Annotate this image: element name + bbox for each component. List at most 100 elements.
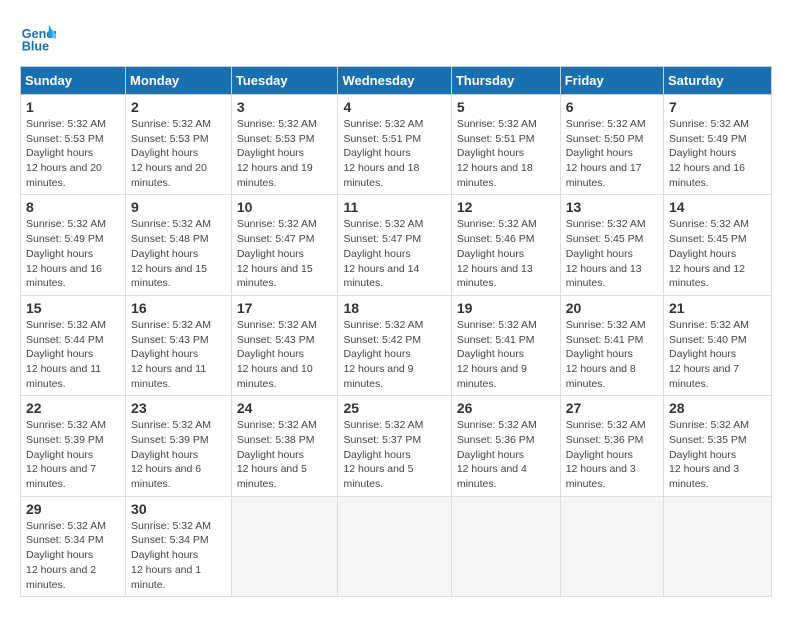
calendar-day-cell: 21 Sunrise: 5:32 AM Sunset: 5:40 PM Dayl…	[664, 295, 772, 395]
day-info: Sunrise: 5:32 AM Sunset: 5:51 PM Dayligh…	[457, 117, 555, 190]
day-info: Sunrise: 5:32 AM Sunset: 5:36 PM Dayligh…	[457, 418, 555, 491]
calendar-day-cell: 12 Sunrise: 5:32 AM Sunset: 5:46 PM Dayl…	[451, 195, 560, 295]
day-number: 4	[343, 99, 445, 115]
calendar-day-cell: 17 Sunrise: 5:32 AM Sunset: 5:43 PM Dayl…	[231, 295, 338, 395]
day-number: 26	[457, 400, 555, 416]
calendar-week-row: 29 Sunrise: 5:32 AM Sunset: 5:34 PM Dayl…	[21, 496, 772, 596]
calendar-day-cell: 23 Sunrise: 5:32 AM Sunset: 5:39 PM Dayl…	[126, 396, 232, 496]
logo: General Blue	[20, 20, 60, 56]
calendar-day-cell: 19 Sunrise: 5:32 AM Sunset: 5:41 PM Dayl…	[451, 295, 560, 395]
calendar-day-cell	[560, 496, 663, 596]
day-number: 3	[237, 99, 333, 115]
calendar-day-cell: 27 Sunrise: 5:32 AM Sunset: 5:36 PM Dayl…	[560, 396, 663, 496]
calendar-day-cell: 18 Sunrise: 5:32 AM Sunset: 5:42 PM Dayl…	[338, 295, 451, 395]
day-info: Sunrise: 5:32 AM Sunset: 5:49 PM Dayligh…	[669, 117, 766, 190]
calendar-day-cell: 15 Sunrise: 5:32 AM Sunset: 5:44 PM Dayl…	[21, 295, 126, 395]
day-info: Sunrise: 5:32 AM Sunset: 5:40 PM Dayligh…	[669, 318, 766, 391]
day-number: 30	[131, 501, 226, 517]
calendar-week-row: 1 Sunrise: 5:32 AM Sunset: 5:53 PM Dayli…	[21, 95, 772, 195]
calendar-day-cell: 22 Sunrise: 5:32 AM Sunset: 5:39 PM Dayl…	[21, 396, 126, 496]
calendar-day-cell: 2 Sunrise: 5:32 AM Sunset: 5:53 PM Dayli…	[126, 95, 232, 195]
day-number: 2	[131, 99, 226, 115]
day-number: 7	[669, 99, 766, 115]
calendar-week-row: 15 Sunrise: 5:32 AM Sunset: 5:44 PM Dayl…	[21, 295, 772, 395]
calendar-day-cell: 26 Sunrise: 5:32 AM Sunset: 5:36 PM Dayl…	[451, 396, 560, 496]
day-info: Sunrise: 5:32 AM Sunset: 5:41 PM Dayligh…	[566, 318, 658, 391]
calendar-day-cell	[338, 496, 451, 596]
day-number: 19	[457, 300, 555, 316]
day-info: Sunrise: 5:32 AM Sunset: 5:51 PM Dayligh…	[343, 117, 445, 190]
day-info: Sunrise: 5:32 AM Sunset: 5:45 PM Dayligh…	[566, 217, 658, 290]
calendar-day-cell: 6 Sunrise: 5:32 AM Sunset: 5:50 PM Dayli…	[560, 95, 663, 195]
calendar-day-cell: 11 Sunrise: 5:32 AM Sunset: 5:47 PM Dayl…	[338, 195, 451, 295]
calendar-day-cell: 7 Sunrise: 5:32 AM Sunset: 5:49 PM Dayli…	[664, 95, 772, 195]
calendar-table: SundayMondayTuesdayWednesdayThursdayFrid…	[20, 66, 772, 597]
day-number: 17	[237, 300, 333, 316]
calendar-day-cell: 8 Sunrise: 5:32 AM Sunset: 5:49 PM Dayli…	[21, 195, 126, 295]
calendar-day-cell	[664, 496, 772, 596]
day-number: 27	[566, 400, 658, 416]
day-info: Sunrise: 5:32 AM Sunset: 5:34 PM Dayligh…	[26, 519, 120, 592]
calendar-day-cell: 4 Sunrise: 5:32 AM Sunset: 5:51 PM Dayli…	[338, 95, 451, 195]
day-number: 10	[237, 199, 333, 215]
calendar-header-cell: Wednesday	[338, 67, 451, 95]
calendar-day-cell: 5 Sunrise: 5:32 AM Sunset: 5:51 PM Dayli…	[451, 95, 560, 195]
day-number: 24	[237, 400, 333, 416]
calendar-header-cell: Thursday	[451, 67, 560, 95]
calendar-day-cell: 20 Sunrise: 5:32 AM Sunset: 5:41 PM Dayl…	[560, 295, 663, 395]
day-info: Sunrise: 5:32 AM Sunset: 5:45 PM Dayligh…	[669, 217, 766, 290]
calendar-day-cell: 24 Sunrise: 5:32 AM Sunset: 5:38 PM Dayl…	[231, 396, 338, 496]
day-info: Sunrise: 5:32 AM Sunset: 5:39 PM Dayligh…	[131, 418, 226, 491]
day-info: Sunrise: 5:32 AM Sunset: 5:48 PM Dayligh…	[131, 217, 226, 290]
calendar-week-row: 22 Sunrise: 5:32 AM Sunset: 5:39 PM Dayl…	[21, 396, 772, 496]
day-info: Sunrise: 5:32 AM Sunset: 5:53 PM Dayligh…	[237, 117, 333, 190]
calendar-day-cell: 1 Sunrise: 5:32 AM Sunset: 5:53 PM Dayli…	[21, 95, 126, 195]
calendar-day-cell: 16 Sunrise: 5:32 AM Sunset: 5:43 PM Dayl…	[126, 295, 232, 395]
day-info: Sunrise: 5:32 AM Sunset: 5:38 PM Dayligh…	[237, 418, 333, 491]
day-number: 15	[26, 300, 120, 316]
calendar-header-cell: Tuesday	[231, 67, 338, 95]
calendar-day-cell: 28 Sunrise: 5:32 AM Sunset: 5:35 PM Dayl…	[664, 396, 772, 496]
day-info: Sunrise: 5:32 AM Sunset: 5:34 PM Dayligh…	[131, 519, 226, 592]
day-number: 22	[26, 400, 120, 416]
day-number: 14	[669, 199, 766, 215]
calendar-week-row: 8 Sunrise: 5:32 AM Sunset: 5:49 PM Dayli…	[21, 195, 772, 295]
calendar-day-cell	[231, 496, 338, 596]
day-number: 28	[669, 400, 766, 416]
day-info: Sunrise: 5:32 AM Sunset: 5:53 PM Dayligh…	[131, 117, 226, 190]
day-number: 25	[343, 400, 445, 416]
day-number: 9	[131, 199, 226, 215]
calendar-day-cell: 30 Sunrise: 5:32 AM Sunset: 5:34 PM Dayl…	[126, 496, 232, 596]
day-info: Sunrise: 5:32 AM Sunset: 5:46 PM Dayligh…	[457, 217, 555, 290]
day-info: Sunrise: 5:32 AM Sunset: 5:42 PM Dayligh…	[343, 318, 445, 391]
calendar-header-cell: Friday	[560, 67, 663, 95]
calendar-header-cell: Sunday	[21, 67, 126, 95]
day-info: Sunrise: 5:32 AM Sunset: 5:44 PM Dayligh…	[26, 318, 120, 391]
day-info: Sunrise: 5:32 AM Sunset: 5:53 PM Dayligh…	[26, 117, 120, 190]
day-number: 18	[343, 300, 445, 316]
calendar-body: 1 Sunrise: 5:32 AM Sunset: 5:53 PM Dayli…	[21, 95, 772, 597]
calendar-day-cell: 9 Sunrise: 5:32 AM Sunset: 5:48 PM Dayli…	[126, 195, 232, 295]
day-info: Sunrise: 5:32 AM Sunset: 5:37 PM Dayligh…	[343, 418, 445, 491]
day-info: Sunrise: 5:32 AM Sunset: 5:49 PM Dayligh…	[26, 217, 120, 290]
calendar-day-cell: 14 Sunrise: 5:32 AM Sunset: 5:45 PM Dayl…	[664, 195, 772, 295]
day-number: 20	[566, 300, 658, 316]
day-info: Sunrise: 5:32 AM Sunset: 5:47 PM Dayligh…	[343, 217, 445, 290]
day-number: 13	[566, 199, 658, 215]
calendar-day-cell: 13 Sunrise: 5:32 AM Sunset: 5:45 PM Dayl…	[560, 195, 663, 295]
calendar-header-cell: Monday	[126, 67, 232, 95]
day-info: Sunrise: 5:32 AM Sunset: 5:43 PM Dayligh…	[131, 318, 226, 391]
calendar-day-cell: 10 Sunrise: 5:32 AM Sunset: 5:47 PM Dayl…	[231, 195, 338, 295]
day-info: Sunrise: 5:32 AM Sunset: 5:35 PM Dayligh…	[669, 418, 766, 491]
day-info: Sunrise: 5:32 AM Sunset: 5:41 PM Dayligh…	[457, 318, 555, 391]
calendar-header-row: SundayMondayTuesdayWednesdayThursdayFrid…	[21, 67, 772, 95]
day-number: 12	[457, 199, 555, 215]
calendar-day-cell: 25 Sunrise: 5:32 AM Sunset: 5:37 PM Dayl…	[338, 396, 451, 496]
day-number: 11	[343, 199, 445, 215]
svg-text:Blue: Blue	[22, 40, 49, 54]
day-info: Sunrise: 5:32 AM Sunset: 5:47 PM Dayligh…	[237, 217, 333, 290]
day-number: 6	[566, 99, 658, 115]
calendar-day-cell	[451, 496, 560, 596]
calendar-header-cell: Saturday	[664, 67, 772, 95]
day-number: 8	[26, 199, 120, 215]
